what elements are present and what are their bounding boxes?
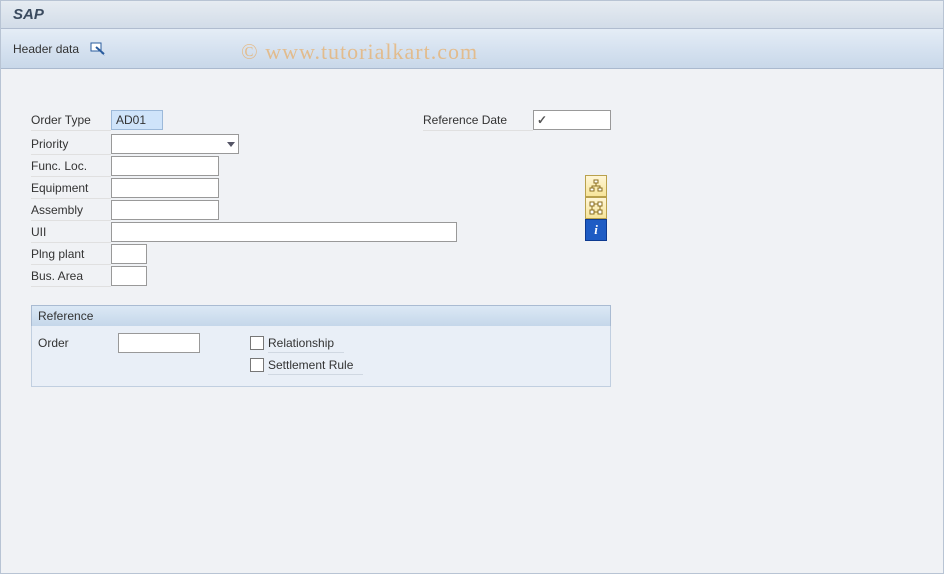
hierarchy-icon[interactable] (585, 175, 607, 197)
order-field[interactable] (118, 333, 200, 353)
uii-field[interactable] (111, 222, 457, 242)
priority-label: Priority (31, 133, 111, 155)
settlement-rule-checkbox[interactable] (250, 358, 264, 372)
reference-date-label: Reference Date (423, 109, 533, 131)
relationship-checkbox[interactable] (250, 336, 264, 350)
priority-dropdown[interactable] (111, 134, 239, 154)
window-title: SAP (13, 6, 44, 23)
func-loc-field[interactable] (111, 156, 219, 176)
header-data-icon[interactable] (89, 40, 107, 58)
plng-plant-field[interactable] (111, 244, 147, 264)
settlement-rule-label: Settlement Rule (268, 355, 363, 375)
side-icon-bar: i (585, 175, 607, 241)
reference-date-field[interactable]: ✓ (533, 110, 611, 130)
assembly-field[interactable] (111, 200, 219, 220)
order-type-label: Order Type (31, 109, 111, 131)
equipment-field[interactable] (111, 178, 219, 198)
bus-area-field[interactable] (111, 266, 147, 286)
plng-plant-label: Plng plant (31, 243, 111, 265)
info-icon[interactable]: i (585, 219, 607, 241)
relationship-label: Relationship (268, 333, 344, 353)
reference-panel-title: Reference (31, 305, 611, 326)
toolbar: Header data (1, 29, 943, 69)
order-reference-row: Order Type AD01 Reference Date ✓ (31, 109, 913, 131)
assembly-label: Assembly (31, 199, 111, 221)
bus-area-label: Bus. Area (31, 265, 111, 287)
structure-icon[interactable] (585, 197, 607, 219)
title-bar: SAP (1, 1, 943, 29)
check-icon: ✓ (537, 113, 547, 127)
uii-label: UII (31, 221, 111, 243)
equipment-label: Equipment (31, 177, 111, 199)
reference-panel: Reference Order Relationship Settlement … (31, 305, 611, 387)
header-data-button-label[interactable]: Header data (13, 42, 79, 56)
order-label: Order (38, 336, 118, 350)
func-loc-label: Func. Loc. (31, 155, 111, 177)
content-area: Order Type AD01 Reference Date ✓ Priorit… (1, 69, 943, 387)
order-type-field[interactable]: AD01 (111, 110, 163, 130)
